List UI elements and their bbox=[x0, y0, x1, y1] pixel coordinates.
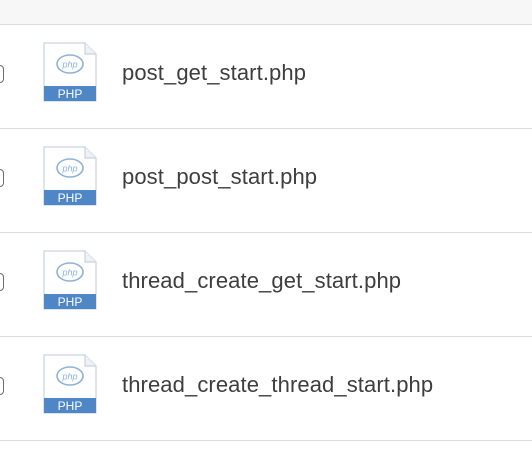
file-row[interactable]: php PHP post_post_start.php bbox=[0, 129, 532, 233]
file-name[interactable]: post_post_start.php bbox=[122, 164, 317, 190]
list-header-strip bbox=[0, 0, 532, 25]
file-row[interactable]: php PHP thread_create_get_start.php bbox=[0, 233, 532, 337]
row-checkbox[interactable] bbox=[0, 273, 4, 291]
file-list: php PHP post_get_start.php php PHP post_… bbox=[0, 25, 532, 441]
svg-text:PHP: PHP bbox=[58, 87, 83, 101]
php-file-icon: php PHP bbox=[43, 42, 97, 102]
file-row[interactable]: php PHP post_get_start.php bbox=[0, 25, 532, 129]
php-file-icon: php PHP bbox=[43, 354, 97, 414]
file-name[interactable]: thread_create_get_start.php bbox=[122, 268, 401, 294]
file-row[interactable]: php PHP thread_create_thread_start.php bbox=[0, 337, 532, 441]
php-file-icon: php PHP bbox=[43, 250, 97, 310]
svg-text:php: php bbox=[61, 372, 77, 382]
svg-text:php: php bbox=[61, 60, 77, 70]
svg-text:php: php bbox=[61, 164, 77, 174]
row-checkbox[interactable] bbox=[0, 169, 4, 187]
file-name[interactable]: thread_create_thread_start.php bbox=[122, 372, 433, 398]
row-checkbox[interactable] bbox=[0, 377, 4, 395]
row-checkbox[interactable] bbox=[0, 65, 4, 83]
svg-text:php: php bbox=[61, 268, 77, 278]
svg-text:PHP: PHP bbox=[58, 295, 83, 309]
svg-text:PHP: PHP bbox=[58, 399, 83, 413]
svg-text:PHP: PHP bbox=[58, 191, 83, 205]
file-name[interactable]: post_get_start.php bbox=[122, 60, 306, 86]
php-file-icon: php PHP bbox=[43, 146, 97, 206]
